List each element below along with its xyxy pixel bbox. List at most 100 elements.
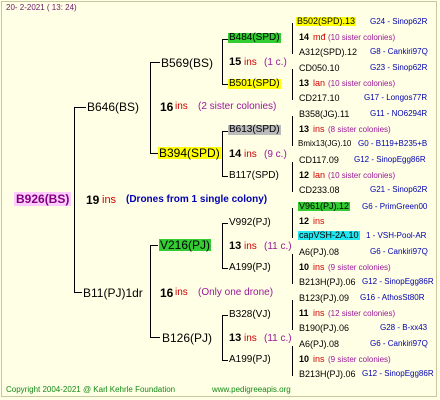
ins-label: ins [313, 354, 325, 364]
note: (11 c.) [264, 333, 292, 344]
ins-label: ins [244, 149, 257, 160]
origin: G24 - Sinop62R [370, 17, 428, 26]
queen-gen4[interactable]: A312(SPD).12 [299, 48, 357, 57]
pedigree-canvas: { "header": { "date": "20- 2-2021 ( 13: … [0, 0, 440, 400]
queen-b394[interactable]: B394(SPD) [158, 147, 221, 159]
header-date: 20- 2-2021 ( 13: 24) [6, 3, 77, 12]
count: 13 [229, 240, 242, 252]
ins-label: ins [175, 287, 188, 298]
queen-gen4[interactable]: CD117.09 [299, 156, 339, 165]
queen-b328[interactable]: B328(VJ) [229, 310, 271, 320]
footer-copyright: Copyright 2004-2021 @ Karl Kehrle Founda… [6, 385, 176, 394]
root-note: (Drones from 1 single colony) [126, 194, 268, 205]
queen-gen4[interactable]: capVSH-2A.10 [298, 231, 360, 240]
origin: G23 - Sinop62R [370, 63, 428, 72]
origin: G12 - SinopEgg86R [362, 277, 434, 286]
queen-root[interactable]: B926(BS) [14, 192, 72, 206]
connector [292, 346, 293, 376]
count: 16 [160, 286, 174, 300]
sire-bottom[interactable]: B11(PJ)1dr [83, 287, 143, 299]
queen-b126[interactable]: B126(PJ) [162, 332, 212, 344]
ins-label: lan [313, 170, 326, 180]
note: (9 sister colonies) [328, 263, 391, 272]
connector [292, 300, 293, 330]
ins-label: mđ [313, 32, 326, 42]
ins-label: ins [313, 216, 325, 226]
origin: G12 - SinopEgg86R [362, 369, 434, 378]
connector [292, 162, 293, 192]
queen-b613[interactable]: B613(SPD) [228, 125, 281, 135]
note: (9 sister colonies) [328, 355, 391, 364]
connector [292, 254, 293, 284]
origin: G17 - Longos77R [364, 93, 428, 102]
note: (11 c.) [264, 241, 292, 252]
count: 14 [299, 32, 310, 42]
origin: G16 - AthosSt80R [360, 293, 425, 302]
connector [222, 131, 223, 177]
queen-gen4[interactable]: B123(PJ).09 [299, 294, 349, 303]
connector [222, 315, 228, 316]
queen-b484[interactable]: B484(SPD) [228, 33, 281, 43]
queen-a199[interactable]: A199(PJ) [229, 263, 271, 273]
queen-v216[interactable]: V216(PJ) [159, 239, 212, 251]
count: 12 [299, 170, 310, 180]
note: (10 sister colonies) [328, 33, 396, 42]
connector [150, 245, 151, 338]
connector [150, 62, 160, 63]
queen-gen4[interactable]: B190(PJ).06 [299, 324, 349, 333]
connector [222, 223, 223, 269]
note: (10 sister colonies) [328, 79, 396, 88]
queen-gen4[interactable]: B213H(PJ).06 [299, 370, 356, 379]
origin: 1 - VSH-Pool-AR [366, 231, 427, 240]
origin: G0 - B119+B235+B [358, 139, 428, 148]
count: 11 [299, 308, 309, 318]
queen-gen4[interactable]: V961(PJ).12 [298, 202, 351, 211]
queen-v992[interactable]: V992(PJ) [229, 218, 271, 228]
origin: G21 - Sinop62R [370, 185, 428, 194]
root-count: 19 [86, 193, 100, 207]
queen-gen4[interactable]: B358(JG).11 [299, 110, 349, 119]
note: (12 sister colonies) [328, 309, 396, 318]
queen-gen4[interactable]: CD050.10 [299, 64, 340, 73]
connector [74, 292, 82, 293]
queen-gen4[interactable]: A6(PJ).08 [299, 340, 339, 349]
queen-b117[interactable]: B117(SPD) [229, 171, 279, 181]
count: 10 [299, 262, 310, 272]
origin: G6 - Cankiri97Q [370, 339, 428, 348]
connector [150, 337, 160, 338]
connector [222, 360, 228, 361]
note: (10 sister colonies) [328, 171, 396, 180]
connector [150, 153, 158, 154]
origin: G12 - SinopEgg86R [354, 155, 426, 164]
queen-gen4[interactable]: CD217.10 [299, 94, 340, 103]
footer-url[interactable]: www.pedigreeapis.org [212, 386, 291, 394]
queen-gen4[interactable]: B213H(PJ).06 [299, 278, 356, 287]
connector [222, 223, 228, 224]
queen-gen4[interactable]: A6(PJ).08 [299, 248, 339, 257]
queen-gen4[interactable]: Bmix13(JG).10 [298, 140, 351, 148]
ins-label: lan [313, 78, 326, 88]
ins-label: ins [244, 241, 257, 252]
connector [150, 245, 158, 246]
queen-gen4[interactable]: CD233.08 [299, 186, 340, 195]
note: (Only one drone) [198, 287, 274, 298]
ins-label: ins [313, 308, 325, 318]
connector [74, 107, 86, 108]
origin: G11 - NO6294R [370, 109, 428, 118]
connector [222, 268, 228, 269]
ins-label: ins [244, 57, 257, 68]
note: (1 c.) [264, 57, 287, 68]
queen-gen4[interactable]: B502(SPD).13 [296, 17, 357, 26]
sire-top[interactable]: B646(BS) [87, 101, 139, 113]
connector [292, 23, 293, 54]
queen-b501[interactable]: B501(SPD) [228, 79, 281, 89]
queen-a199-2[interactable]: A199(PJ) [229, 355, 271, 365]
connector [292, 208, 293, 238]
count: 14 [229, 148, 242, 160]
queen-b569[interactable]: B569(BS) [161, 57, 213, 69]
origin: G6 - Cankiri97Q [370, 247, 428, 256]
ins-label: ins [175, 101, 188, 112]
connector [222, 315, 223, 361]
connector [222, 39, 223, 85]
ins-label: ins [313, 262, 325, 272]
